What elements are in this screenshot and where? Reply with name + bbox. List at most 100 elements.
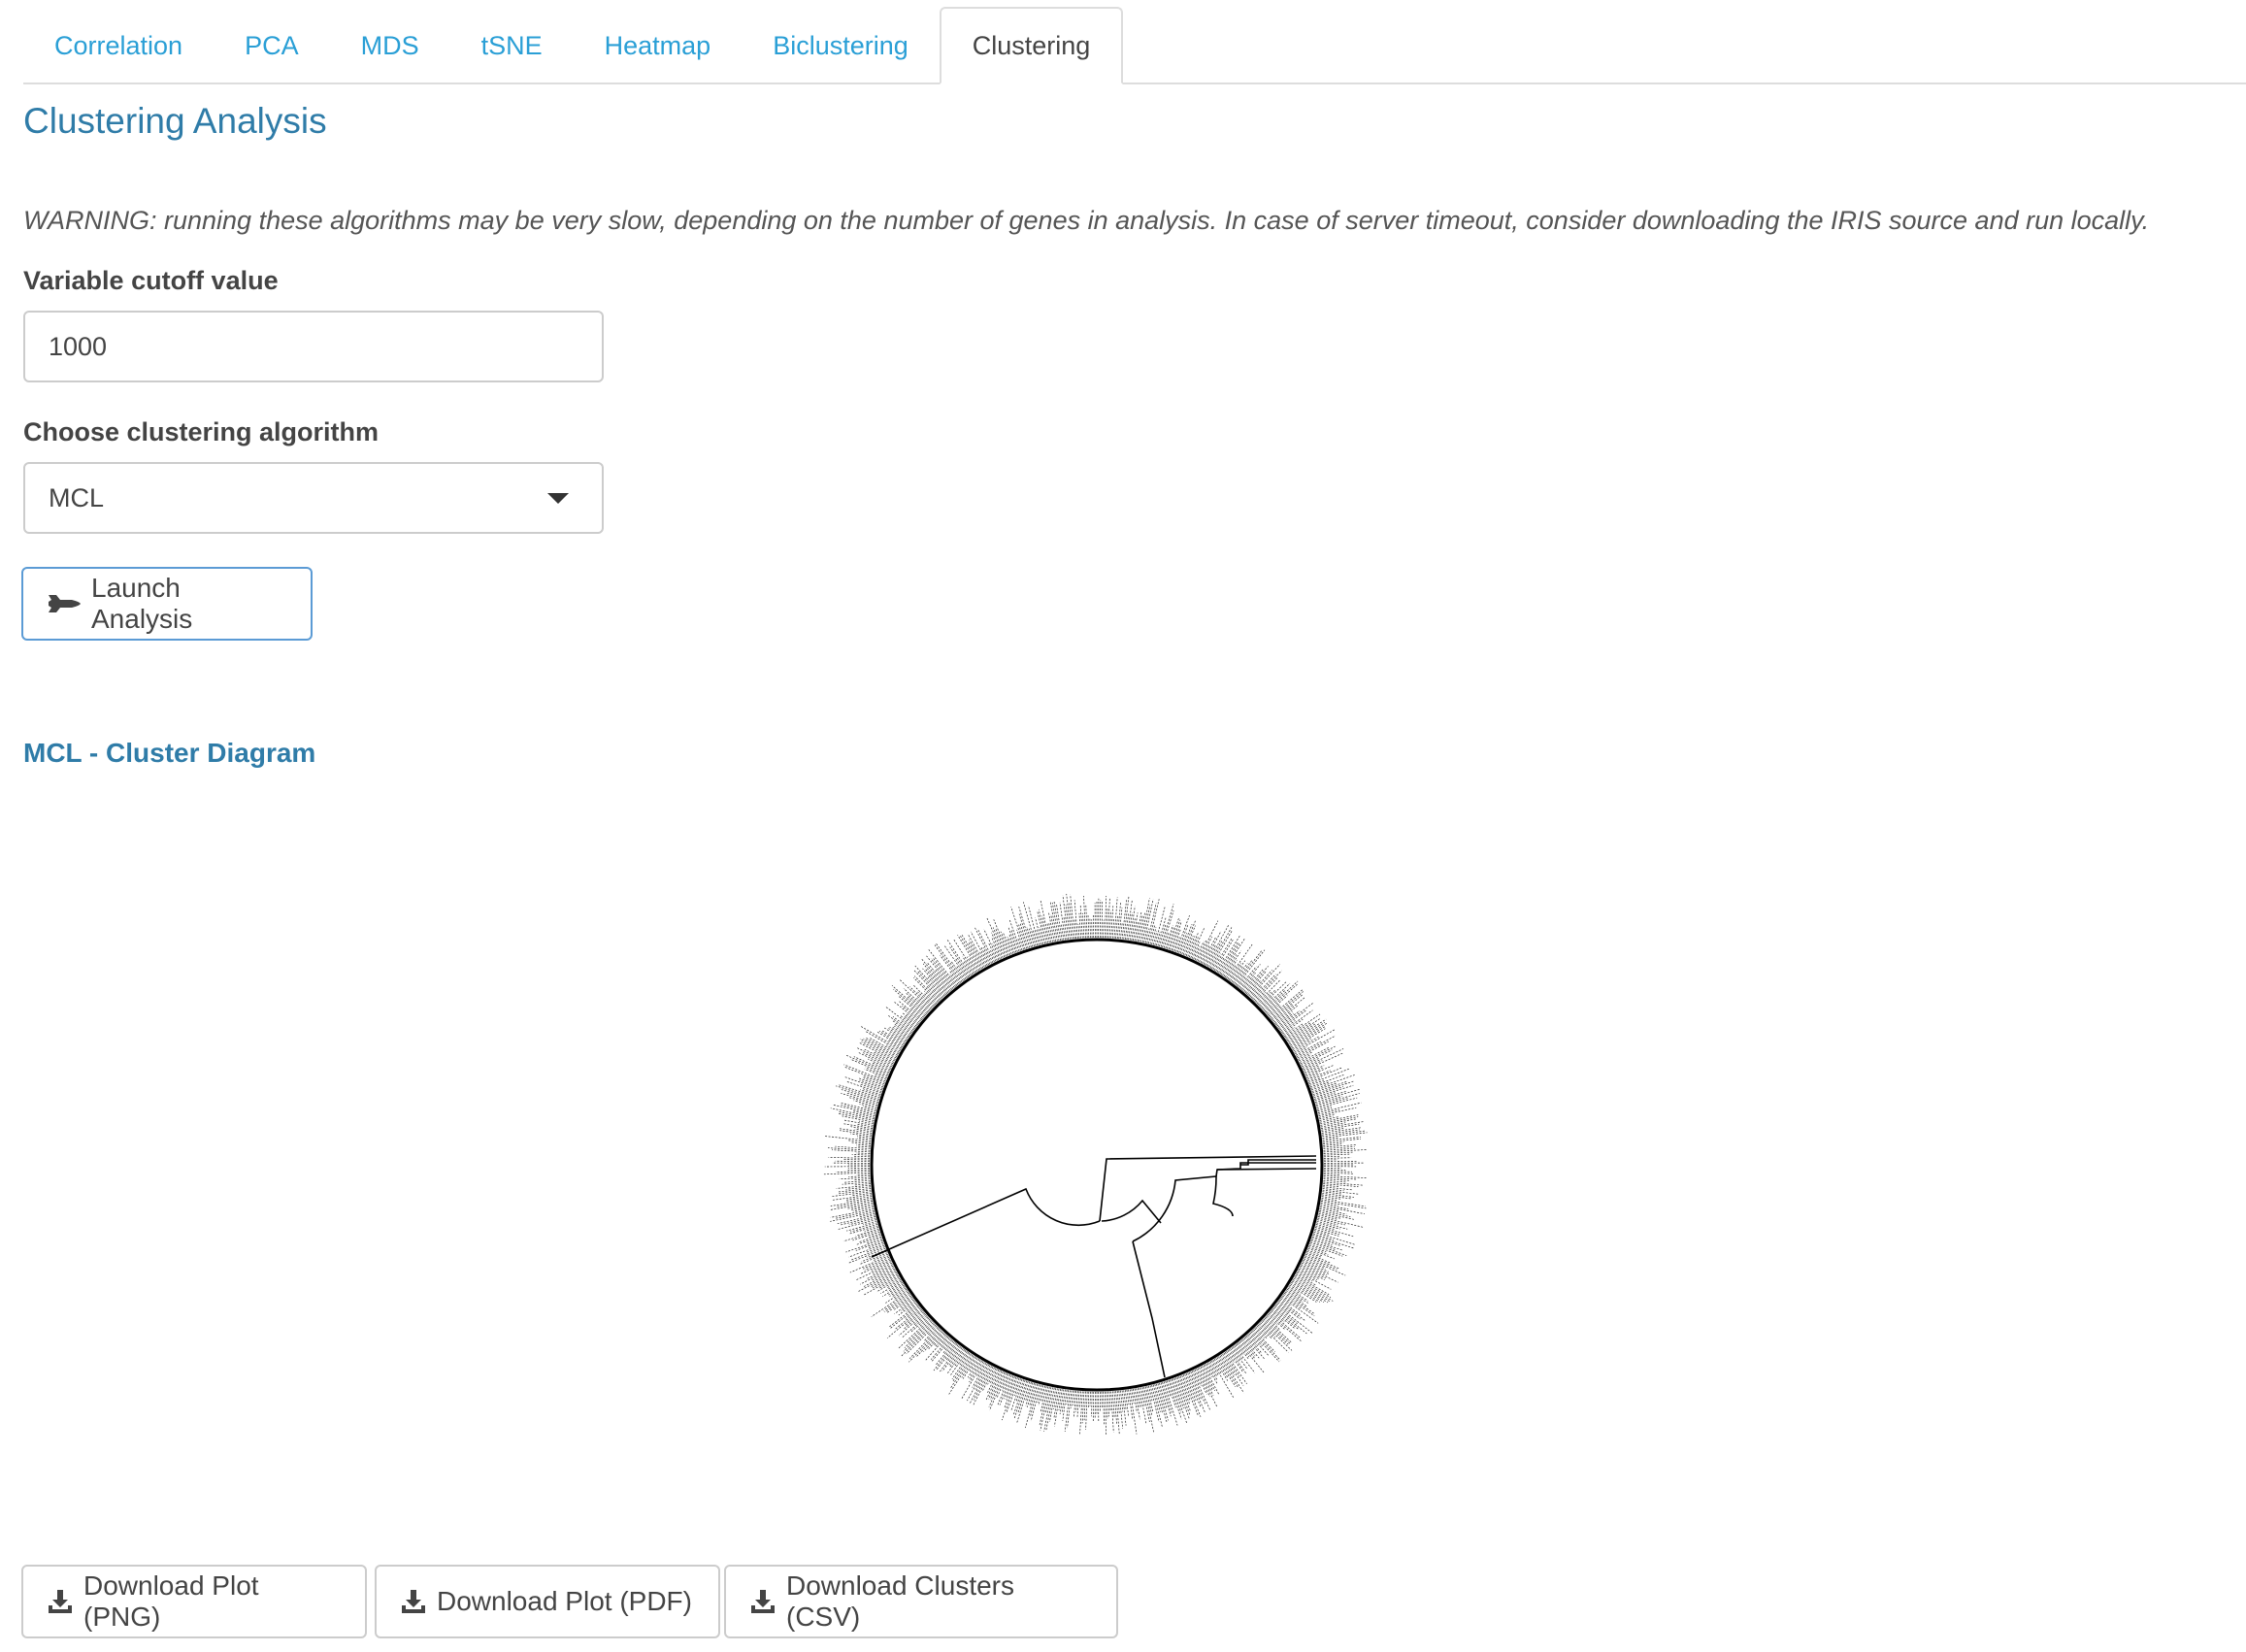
leaf-label-mark (862, 1256, 890, 1270)
leaf-label-mark (855, 1152, 871, 1154)
leaf-label-mark (942, 1340, 954, 1354)
leaf-label-mark (1206, 941, 1223, 967)
tab-pca[interactable]: PCA (214, 7, 330, 84)
leaf-label-mark (1087, 1391, 1090, 1407)
leaf-label-mark (1308, 1244, 1327, 1253)
leaf-label-mark (831, 1191, 872, 1197)
leaf-label-mark (1281, 1018, 1304, 1035)
leaf-label-mark (1320, 1202, 1338, 1206)
leaf-label-mark (1107, 1391, 1110, 1417)
leaf-label-mark (1059, 1389, 1065, 1414)
tab-tsne[interactable]: tSNE (450, 7, 574, 84)
tab-correlation[interactable]: Correlation (23, 7, 214, 84)
leaf-label-mark (1268, 1312, 1303, 1342)
leaf-label-mark (1272, 1307, 1299, 1330)
leaf-label-mark (1156, 931, 1161, 946)
leaf-label-mark (862, 1106, 877, 1110)
leaf-label-mark (1200, 944, 1210, 964)
leaf-label-mark (948, 1348, 964, 1369)
leaf-label-mark (1124, 912, 1130, 940)
leaf-label-mark (922, 968, 946, 996)
leaf-label-mark (856, 1145, 871, 1148)
leaf-label-mark (882, 1283, 904, 1298)
leaf-label-mark (967, 1363, 988, 1402)
leaf-label-mark (1035, 917, 1042, 945)
leaf-label-mark (1232, 1346, 1243, 1361)
leaf-label-mark (999, 1374, 1012, 1405)
leaf-label-mark (966, 956, 977, 973)
leaf-label-mark (1054, 1388, 1061, 1427)
leaf-label-mark (1322, 1141, 1344, 1145)
leaf-label-mark (1007, 936, 1015, 953)
leaf-label-mark (1045, 1387, 1055, 1431)
leaf-label-mark (1185, 1372, 1202, 1407)
leaf-label-mark (949, 946, 971, 977)
leaf-label-mark (1250, 1331, 1280, 1363)
leaf-label-mark (835, 1160, 871, 1163)
dendrogram-outer-circle (870, 938, 1324, 1392)
tab-mds[interactable]: MDS (330, 7, 450, 84)
leaf-label-mark (835, 1171, 871, 1173)
leaf-label-mark (1073, 918, 1077, 940)
cutoff-input[interactable] (23, 311, 604, 382)
algorithm-select[interactable]: MCL (23, 462, 604, 534)
leaf-label-mark (1104, 1391, 1107, 1436)
tab-clustering[interactable]: Clustering (939, 7, 1124, 84)
leaf-label-mark (1163, 1381, 1178, 1426)
leaf-label-mark (852, 1192, 872, 1197)
leaf-label-mark (897, 1318, 931, 1349)
leaf-label-mark (968, 942, 984, 969)
leaf-label-mark (1144, 1386, 1153, 1415)
leaf-label-mark (848, 1217, 876, 1226)
leaf-label-mark (1118, 1390, 1124, 1429)
leaf-label-mark (1321, 1196, 1341, 1200)
cluster-diagram (823, 893, 1368, 1436)
leaf-label-mark (1301, 1262, 1328, 1275)
leaf-label-mark (987, 942, 998, 961)
leaf-label-mark (1001, 1373, 1009, 1391)
leaf-label-mark (1301, 1057, 1320, 1068)
leaf-label-mark (863, 1038, 898, 1058)
leaf-label-mark (872, 1273, 899, 1289)
leaf-label-mark (823, 1172, 871, 1175)
leaf-label-mark (846, 1092, 879, 1103)
leaf-label-mark (886, 1308, 922, 1338)
leaf-label-mark (1323, 1175, 1367, 1178)
leaf-label-mark (1066, 1390, 1070, 1405)
leaf-label-mark (1294, 1276, 1332, 1299)
leaf-label-mark (1262, 1319, 1289, 1345)
leaf-label-mark (1226, 964, 1237, 979)
leaf-label-mark (1258, 990, 1275, 1007)
leaf-label-mark (1019, 922, 1029, 949)
leaf-label-mark (924, 993, 937, 1006)
leaf-label-mark (1296, 1272, 1313, 1282)
leaf-label-mark (1197, 1368, 1218, 1407)
leaf-label-mark (1123, 1390, 1127, 1410)
download-plot-pdf-button[interactable]: Download Plot (PDF) (375, 1565, 720, 1638)
leaf-label-mark (1025, 1383, 1038, 1429)
leaf-label-mark (1224, 1351, 1247, 1384)
leaf-label-mark (1220, 1354, 1236, 1376)
leaf-label-mark (855, 1236, 882, 1245)
leaf-label-mark (891, 985, 927, 1016)
leaf-label-mark (850, 1126, 873, 1131)
launch-analysis-button[interactable]: Launch Analysis (21, 567, 313, 641)
leaf-label-mark (1251, 1330, 1281, 1361)
leaf-label-mark (1323, 1153, 1350, 1156)
leaf-label-mark (1005, 1376, 1015, 1400)
leaf-label-mark (1018, 924, 1028, 949)
leaf-label-mark (887, 1281, 903, 1292)
download-plot-png-button[interactable]: Download Plot (PNG) (21, 1565, 367, 1638)
download-clusters-csv-button[interactable]: Download Clusters (CSV) (724, 1565, 1118, 1638)
leaf-label-mark (1323, 1171, 1353, 1173)
leaf-label-mark (856, 1136, 872, 1139)
tab-heatmap[interactable]: Heatmap (574, 7, 743, 84)
leaf-label-mark (1273, 1306, 1307, 1335)
leaf-label-mark (838, 1188, 872, 1193)
leaf-label-mark (863, 1274, 899, 1296)
leaf-label-mark (1287, 1287, 1308, 1302)
leaf-label-mark (1204, 1364, 1212, 1378)
leaf-label-mark (1051, 902, 1060, 942)
tab-biclustering[interactable]: Biclustering (742, 7, 940, 84)
leaf-label-mark (1148, 1385, 1153, 1402)
